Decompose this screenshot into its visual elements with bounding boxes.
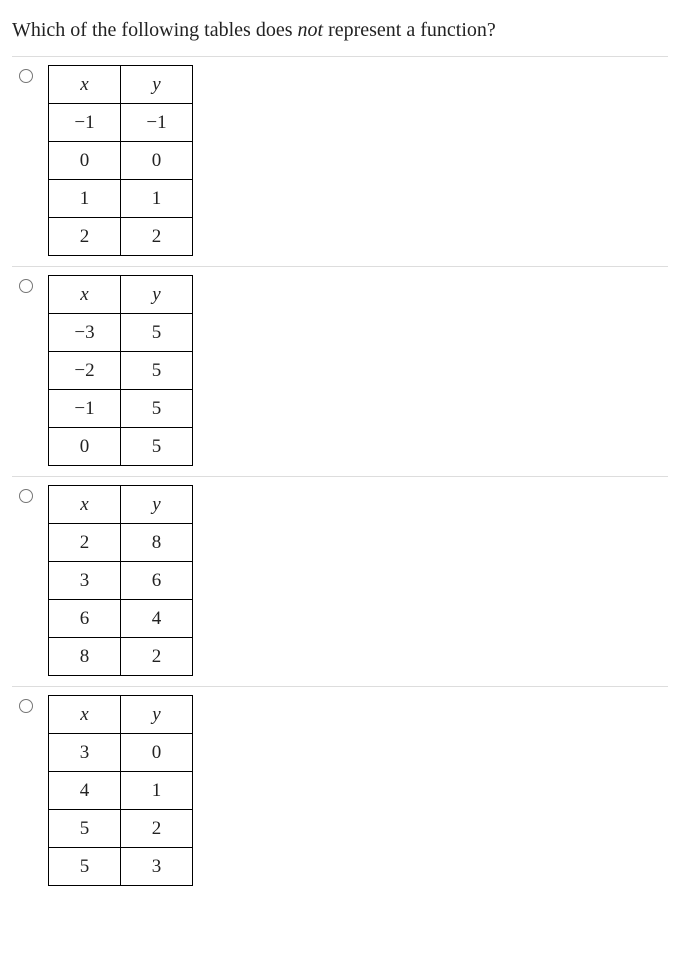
table-option-1: xy −1−1 00 11 22	[40, 65, 668, 256]
table-option-3: xy 28 36 64 82	[40, 485, 668, 676]
table-row: 52	[49, 810, 193, 848]
header-y: y	[121, 276, 193, 314]
table-row: −15	[49, 390, 193, 428]
option-3[interactable]: xy 28 36 64 82	[12, 476, 668, 686]
table-option-4: xy 30 41 52 53	[40, 695, 668, 886]
table-row: 41	[49, 772, 193, 810]
table-row: −25	[49, 352, 193, 390]
table-row: 64	[49, 600, 193, 638]
option-2[interactable]: xy −35 −25 −15 05	[12, 266, 668, 476]
table-row: 00	[49, 142, 193, 180]
radio-option-4[interactable]	[19, 699, 33, 713]
header-x: x	[49, 66, 121, 104]
question-text: Which of the following tables does not r…	[12, 16, 668, 44]
header-x: x	[49, 696, 121, 734]
table-row: 36	[49, 562, 193, 600]
header-x: x	[49, 276, 121, 314]
header-y: y	[121, 486, 193, 524]
table-row: −35	[49, 314, 193, 352]
header-x: x	[49, 486, 121, 524]
question-prefix: Which of the following tables does	[12, 19, 298, 41]
table-row: 30	[49, 734, 193, 772]
radio-option-2[interactable]	[19, 279, 33, 293]
radio-option-3[interactable]	[19, 489, 33, 503]
option-4[interactable]: xy 30 41 52 53	[12, 686, 668, 896]
table-row: −1−1	[49, 104, 193, 142]
table-row: 28	[49, 524, 193, 562]
table-option-2: xy −35 −25 −15 05	[40, 275, 668, 466]
radio-option-1[interactable]	[19, 69, 33, 83]
table-row: 53	[49, 848, 193, 886]
table-row: 11	[49, 180, 193, 218]
header-y: y	[121, 696, 193, 734]
table-row: 22	[49, 218, 193, 256]
question-emphasis: not	[298, 19, 324, 41]
table-row: 82	[49, 638, 193, 676]
table-row: 05	[49, 428, 193, 466]
option-1[interactable]: xy −1−1 00 11 22	[12, 56, 668, 266]
header-y: y	[121, 66, 193, 104]
question-suffix: represent a function?	[323, 19, 496, 41]
